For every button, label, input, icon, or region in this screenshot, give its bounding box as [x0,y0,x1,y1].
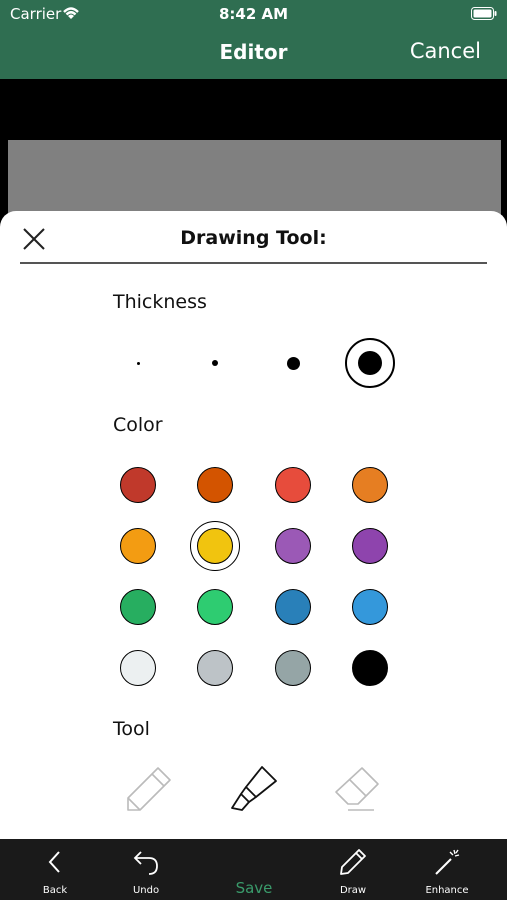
color-swatch-selected[interactable] [190,521,240,571]
magic-wand-icon [435,849,460,875]
color-swatch[interactable] [190,643,240,693]
color-swatch[interactable] [113,521,163,571]
color-swatch[interactable] [268,521,318,571]
draw-button[interactable]: Draw [318,839,388,900]
thickness-option-4[interactable] [345,338,395,388]
drawing-tool-sheet: Drawing Tool: Thickness Color Tool [0,211,507,839]
color-swatch[interactable] [268,643,318,693]
color-swatch[interactable] [113,460,163,510]
thickness-option-3[interactable] [268,338,318,388]
cancel-button[interactable]: Cancel [410,39,481,63]
sheet-title: Drawing Tool: [180,227,327,249]
back-label: Back [42,885,68,896]
color-swatch[interactable] [268,460,318,510]
color-label: Color [113,414,163,436]
divider [20,262,487,264]
nav-bar: Editor Cancel [0,30,507,79]
save-label: Save [235,879,273,897]
pencil-icon[interactable] [122,762,176,816]
color-swatch[interactable] [345,521,395,571]
battery-icon [471,7,497,20]
draw-label: Draw [339,885,367,896]
back-button[interactable]: Back [20,839,90,900]
bottom-toolbar: Back Undo Save Draw Enhance [0,839,507,900]
save-button[interactable]: Save [219,839,289,900]
color-swatch[interactable] [113,643,163,693]
undo-icon [133,851,158,875]
color-swatch[interactable] [113,582,163,632]
thickness-option-1[interactable] [113,338,163,388]
pencil-icon [340,849,366,875]
color-swatch[interactable] [268,582,318,632]
highlighter-icon[interactable] [226,762,280,816]
enhance-button[interactable]: Enhance [412,839,482,900]
eraser-icon[interactable] [330,762,384,816]
status-bar: Carrier 8:42 AM [0,0,507,30]
undo-label: Undo [132,885,160,896]
color-swatch[interactable] [190,582,240,632]
thickness-option-2[interactable] [190,338,240,388]
thickness-label: Thickness [113,291,207,313]
tool-label: Tool [113,718,150,740]
color-swatch[interactable] [345,643,395,693]
clock: 8:42 AM [218,5,289,23]
color-swatch[interactable] [190,460,240,510]
color-swatch[interactable] [345,582,395,632]
enhance-label: Enhance [425,885,469,896]
color-swatch[interactable] [345,460,395,510]
undo-button[interactable]: Undo [111,839,181,900]
chevron-left-icon [48,851,60,873]
